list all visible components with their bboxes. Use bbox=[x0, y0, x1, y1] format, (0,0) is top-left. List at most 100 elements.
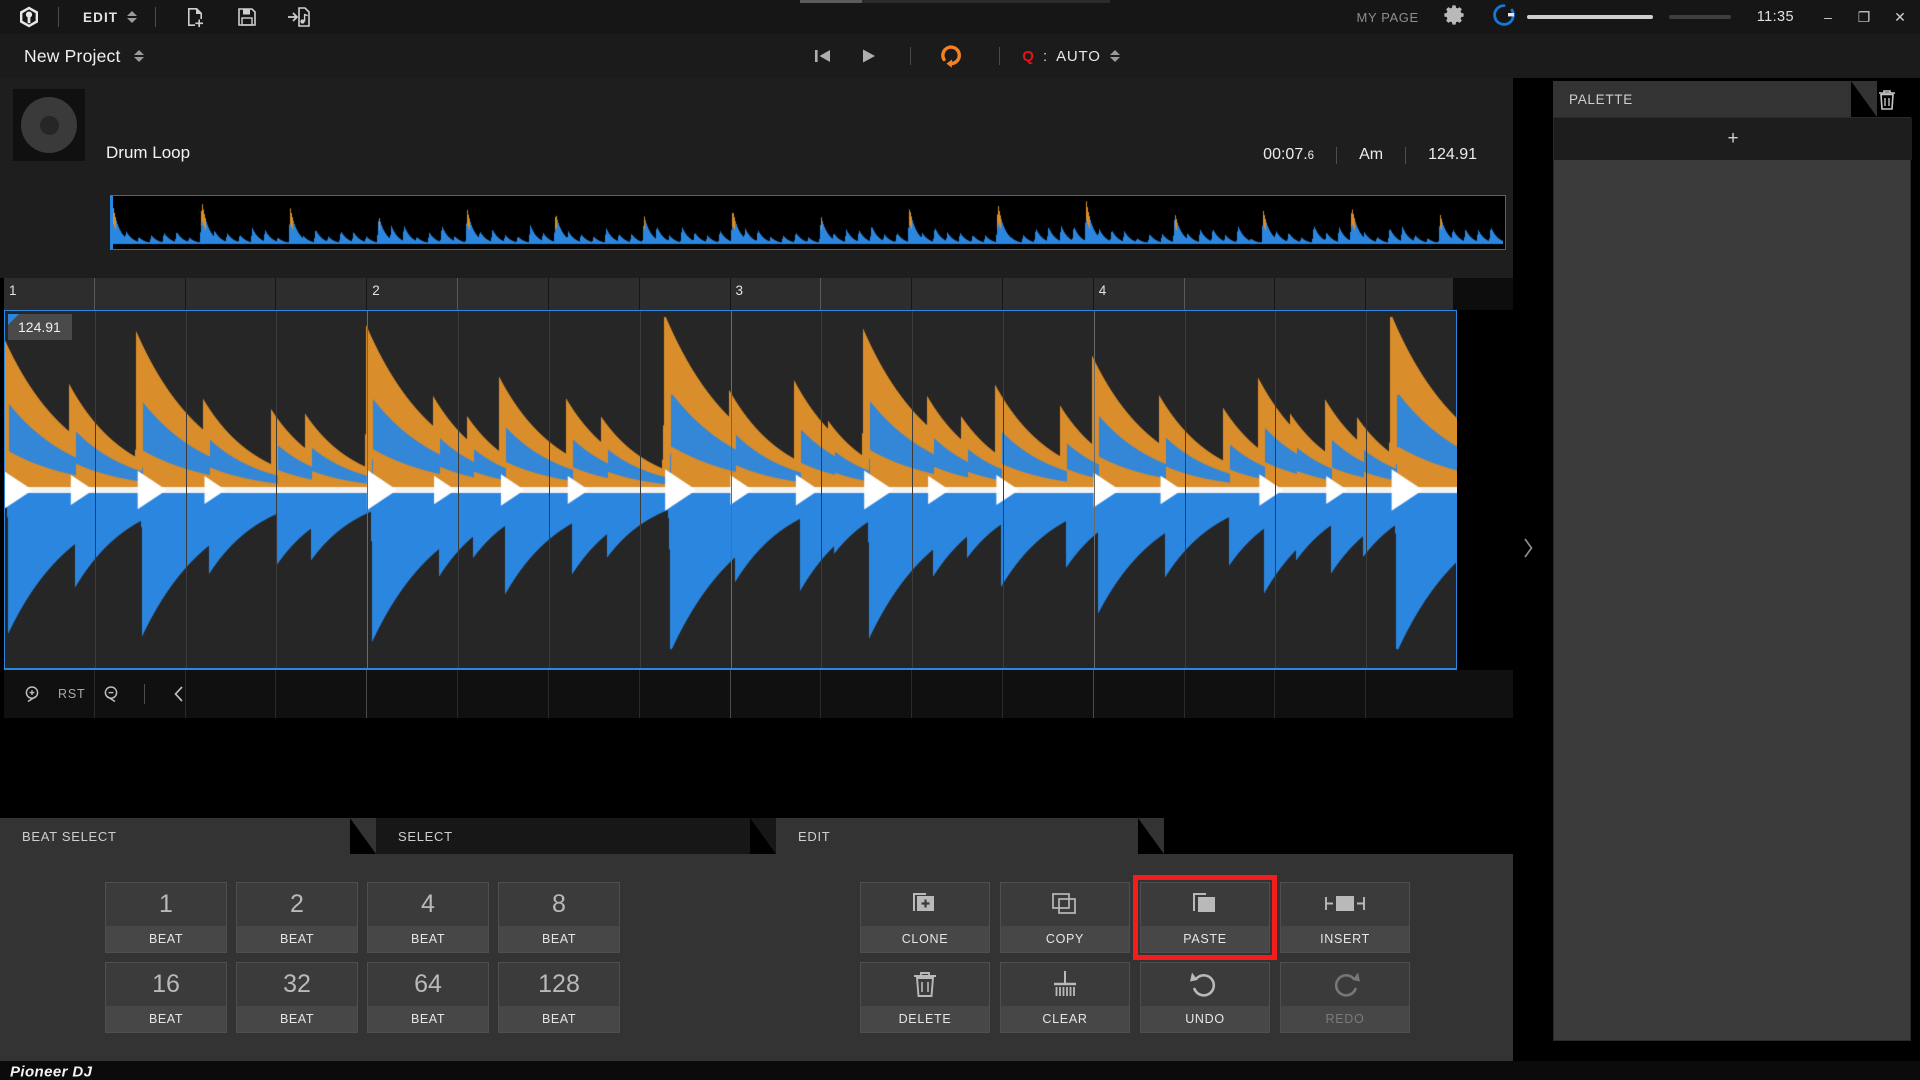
spinner-updown-icon[interactable] bbox=[133, 50, 144, 62]
zoomstrip-gridline bbox=[275, 670, 277, 718]
ruler-cell: 2 bbox=[367, 278, 459, 310]
ruler-bar-number: 4 bbox=[1098, 283, 1107, 298]
trash-icon bbox=[861, 963, 989, 1006]
delete-button[interactable]: DELETE bbox=[860, 962, 990, 1033]
magnify-minus-icon[interactable] bbox=[89, 670, 131, 718]
tab-select[interactable]: SELECT bbox=[376, 818, 776, 854]
zoomstrip-gridline bbox=[638, 670, 640, 718]
beat-pad-value: 16 bbox=[152, 970, 180, 998]
clone-icon bbox=[861, 883, 989, 926]
secondary-slider[interactable] bbox=[1668, 15, 1731, 19]
ruler-cell bbox=[821, 278, 913, 310]
beat-pad-2[interactable]: 2 BEAT bbox=[236, 882, 358, 953]
waveform-selection[interactable]: 124.91 bbox=[4, 310, 1458, 670]
tab-beat-select[interactable]: BEAT SELECT bbox=[0, 818, 376, 854]
project-name[interactable]: New Project bbox=[0, 46, 121, 67]
close-button[interactable]: ✕ bbox=[1892, 9, 1908, 25]
waveform-gridline bbox=[821, 311, 823, 668]
mode-selector[interactable]: EDIT bbox=[59, 0, 155, 34]
panel-tabs: BEAT SELECT SELECT EDIT bbox=[0, 818, 1513, 854]
ruler-cell: 4 bbox=[1094, 278, 1185, 310]
skip-to-start-icon[interactable] bbox=[800, 34, 846, 78]
paste-button[interactable]: PASTE bbox=[1133, 875, 1277, 960]
brush-icon bbox=[1001, 963, 1129, 1006]
clone-button[interactable]: CLONE bbox=[860, 882, 990, 953]
waveform-gridline bbox=[1002, 311, 1004, 668]
undo-arrow-icon bbox=[1141, 963, 1269, 1006]
export-audio-icon[interactable] bbox=[286, 4, 312, 30]
waveform-gridline bbox=[1184, 311, 1186, 668]
zoomstrip-gridline bbox=[457, 670, 459, 718]
beat-pad-16[interactable]: 16 BEAT bbox=[105, 962, 227, 1033]
beat-pad-value: 4 bbox=[421, 890, 435, 918]
zoomstrip-gridline bbox=[820, 670, 822, 718]
ruler-cell bbox=[1275, 278, 1367, 310]
chevron-left-icon[interactable] bbox=[158, 670, 200, 718]
beat-pad-1[interactable]: 1 BEAT bbox=[105, 882, 227, 953]
undo-button[interactable]: UNDO bbox=[1140, 962, 1270, 1033]
main-area: Drum Loop 00:07.6 Am 124.91 1 2 3 4 124.91 bbox=[0, 78, 1513, 1080]
zoom-reset-label[interactable]: RST bbox=[54, 687, 89, 701]
ruler-bar-number: 2 bbox=[372, 283, 380, 298]
save-icon[interactable] bbox=[234, 4, 260, 30]
waveform-gridline bbox=[1093, 311, 1095, 668]
quantize-key: Q bbox=[1022, 47, 1034, 65]
clear-button[interactable]: CLEAR bbox=[1000, 962, 1130, 1033]
record-disc-icon bbox=[13, 89, 85, 161]
ruler-cell bbox=[1003, 278, 1094, 310]
edit-button-grid: CLONE COPY PASTE INSERT DELETE CLEAR UNDO REDO bbox=[860, 875, 1410, 1033]
waveform-gridline bbox=[367, 311, 369, 668]
minimize-button[interactable]: – bbox=[1820, 9, 1836, 25]
timeline-ruler[interactable]: 1 2 3 4 bbox=[4, 278, 1513, 310]
overview-waveform[interactable] bbox=[110, 195, 1506, 250]
chevron-right-icon[interactable] bbox=[1521, 537, 1535, 564]
beat-pad-4[interactable]: 4 BEAT bbox=[367, 882, 489, 953]
edit-button-label: UNDO bbox=[1141, 1006, 1269, 1032]
spinner-updown-icon[interactable] bbox=[127, 11, 138, 23]
zoomstrip-gridline bbox=[911, 670, 913, 718]
tab-edit[interactable]: EDIT bbox=[776, 818, 1164, 854]
zoom-strip-grid bbox=[4, 670, 1457, 718]
beat-pad-unit: BEAT bbox=[237, 926, 357, 952]
spinner-updown-icon[interactable] bbox=[1109, 50, 1120, 62]
zoom-controls: RST bbox=[12, 670, 200, 718]
beat-pad-8[interactable]: 8 BEAT bbox=[498, 882, 620, 953]
beat-pad-32[interactable]: 32 BEAT bbox=[236, 962, 358, 1033]
quantize-selector[interactable]: Q : AUTO bbox=[1022, 47, 1120, 65]
beat-pad-value: 128 bbox=[538, 970, 580, 998]
zoomstrip-gridline bbox=[729, 670, 731, 718]
top-toolbar-right: MY PAGE 11:35 – ❐ ✕ bbox=[1357, 0, 1920, 34]
copy-button[interactable]: COPY bbox=[1000, 882, 1130, 953]
file-actions-group bbox=[156, 4, 312, 30]
new-file-icon[interactable] bbox=[182, 4, 208, 30]
beat-pad-128[interactable]: 128 BEAT bbox=[498, 962, 620, 1033]
palette-add-button[interactable]: + bbox=[1554, 118, 1912, 160]
maximize-button[interactable]: ❐ bbox=[1856, 9, 1872, 25]
zoomstrip-gridline bbox=[1001, 670, 1003, 718]
beat-pad-unit: BEAT bbox=[368, 926, 488, 952]
insert-button[interactable]: INSERT bbox=[1280, 882, 1410, 953]
beat-pad-64[interactable]: 64 BEAT bbox=[367, 962, 489, 1033]
waveform-gridline bbox=[1366, 311, 1368, 668]
palette-panel: PALETTE + bbox=[1545, 78, 1920, 1041]
project-bar: New Project Q : AUTO bbox=[0, 34, 1920, 78]
waveform-gridline bbox=[730, 311, 732, 668]
magnify-plus-icon[interactable] bbox=[12, 670, 54, 718]
play-icon[interactable] bbox=[846, 34, 892, 78]
my-page-link[interactable]: MY PAGE bbox=[1357, 10, 1419, 25]
insert-icon bbox=[1281, 883, 1409, 926]
footer-bar: Pioneer DJ bbox=[0, 1061, 1920, 1080]
trash-icon[interactable] bbox=[1876, 88, 1898, 117]
transport-divider bbox=[999, 47, 1001, 65]
volume-slider[interactable] bbox=[1526, 0, 1653, 34]
transport-controls: Q : AUTO bbox=[0, 34, 1920, 78]
ruler-cell bbox=[912, 278, 1003, 310]
waveform-editor[interactable]: 124.91 bbox=[4, 310, 1513, 670]
beat-pad-value: 32 bbox=[283, 970, 311, 998]
beat-pad-unit: BEAT bbox=[106, 1006, 226, 1032]
app-window: EDIT MY PAGE 11:35 – ❐ ✕ New Project Q:… bbox=[0, 0, 1920, 1080]
waveform-empty-area bbox=[1457, 310, 1513, 670]
loop-icon[interactable] bbox=[929, 34, 975, 78]
volume-knob-icon[interactable] bbox=[1491, 2, 1517, 33]
gear-icon[interactable] bbox=[1443, 4, 1465, 31]
